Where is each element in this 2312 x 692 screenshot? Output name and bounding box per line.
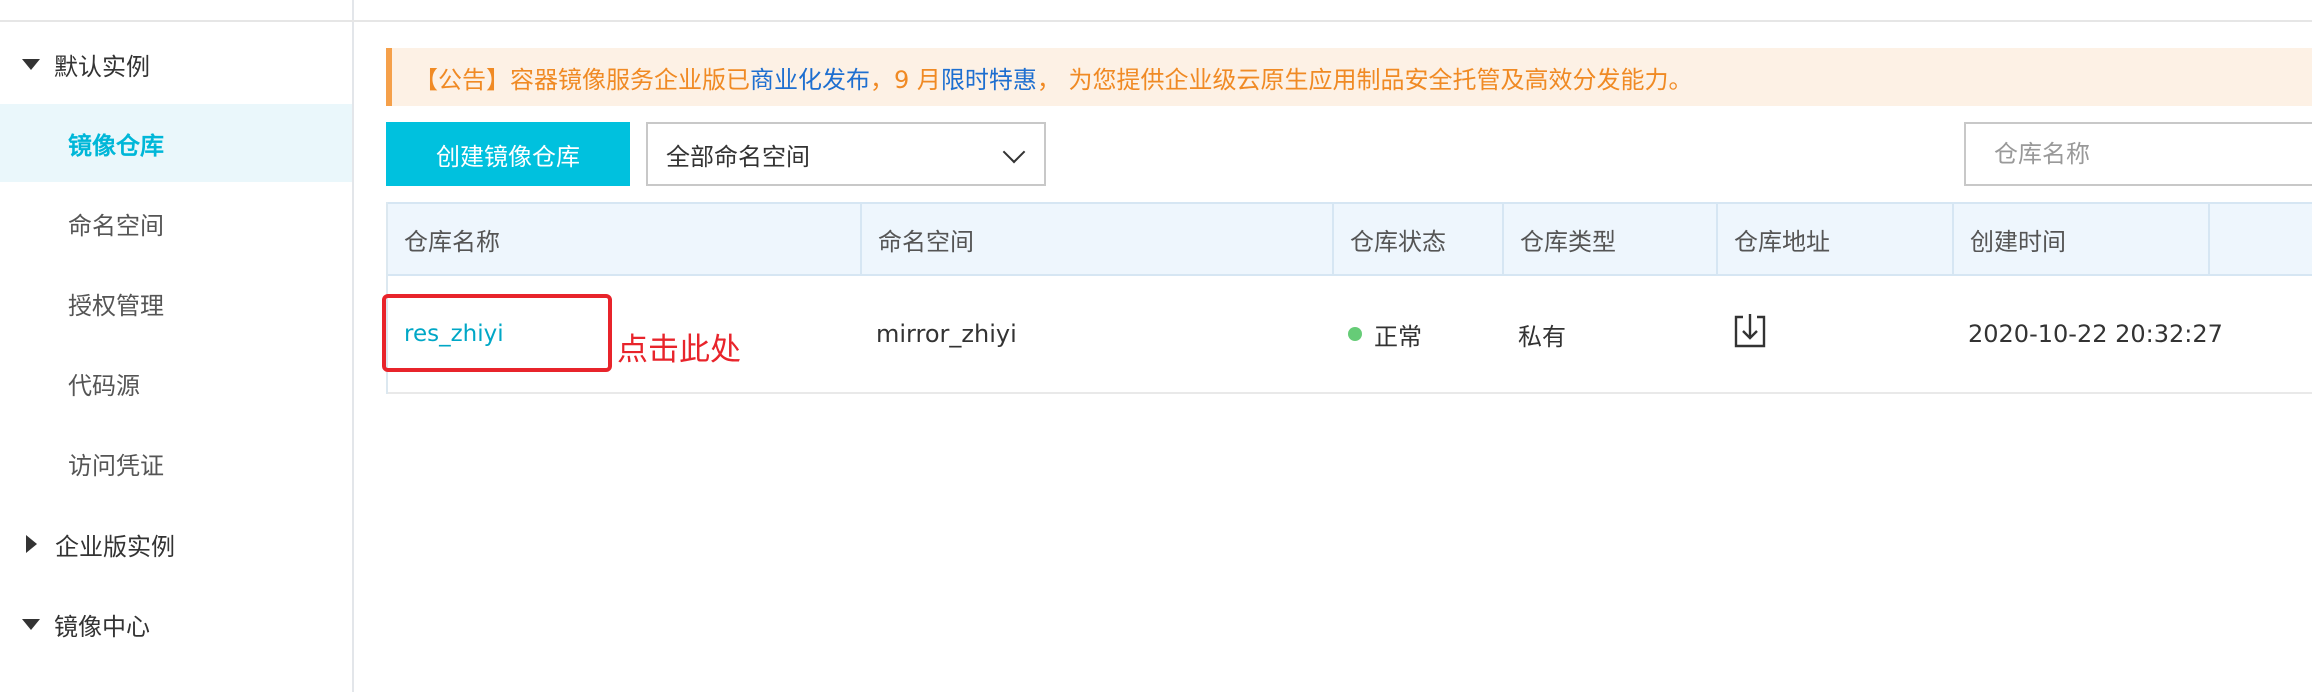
cell-created: 2020-10-22 20:32:27: [1968, 320, 2223, 348]
cell-status: 正常: [1332, 276, 1502, 392]
cell-type: 私有: [1518, 322, 1566, 351]
notice-link-commercial-release[interactable]: 商业化发布: [750, 60, 870, 95]
cell-address: [1716, 276, 1952, 392]
notice-prefix: 【公告】容器镜像服务企业版已: [414, 65, 750, 94]
column-header-address: 仓库地址: [1716, 204, 1952, 274]
notice-suffix: ， 为您提供企业级云原生应用制品安全托管及高效分发能力。: [1036, 65, 1693, 94]
sidebar-item-label: 访问凭证: [68, 451, 164, 480]
notice-link-limited-offer[interactable]: 限时特惠: [941, 60, 1037, 95]
sidebar-group-label: 默认实例: [54, 52, 150, 81]
sidebar: 默认实例 镜像仓库 命名空间 授权管理 代码源 访问凭证 企业版实例 镜像中心: [0, 0, 354, 692]
sidebar-group-image-center[interactable]: 镜像中心: [0, 596, 352, 652]
create-repo-button[interactable]: 创建镜像仓库: [386, 122, 630, 186]
column-header-repo-name: 仓库名称: [404, 227, 500, 256]
repo-name-search-input[interactable]: [1964, 122, 2312, 186]
column-header-type: 仓库类型: [1502, 204, 1716, 274]
sidebar-item-namespace[interactable]: 命名空间: [0, 184, 352, 262]
sidebar-item-image-repo[interactable]: 镜像仓库: [0, 104, 352, 182]
sidebar-group-default-instance[interactable]: 默认实例: [0, 36, 352, 92]
caret-down-icon: [22, 618, 40, 630]
caret-down-icon: [22, 58, 40, 70]
sidebar-item-access-credentials[interactable]: 访问凭证: [0, 424, 352, 502]
sidebar-group-label: 企业版实例: [55, 532, 175, 561]
download-icon[interactable]: [1732, 312, 1768, 356]
caret-right-icon: [26, 535, 37, 553]
main-top-divider: [354, 0, 2312, 22]
sidebar-group-label: 镜像中心: [54, 612, 150, 641]
sidebar-item-label: 镜像仓库: [68, 131, 164, 160]
sidebar-item-code-source[interactable]: 代码源: [0, 344, 352, 422]
sidebar-item-label: 命名空间: [68, 211, 164, 240]
status-dot-icon: [1348, 327, 1362, 341]
sidebar-item-authorization[interactable]: 授权管理: [0, 264, 352, 342]
sidebar-top-divider: [0, 0, 354, 22]
status-text: 正常: [1374, 322, 1422, 351]
sidebar-item-label: 代码源: [68, 371, 140, 400]
column-header-namespace: 命名空间: [860, 204, 1332, 274]
table-header: 仓库名称 命名空间 仓库状态 仓库类型 仓库地址 创建时间: [388, 202, 2312, 276]
notice-middle: ，9 月: [870, 65, 941, 94]
column-header-extra: [2208, 204, 2312, 274]
namespace-select[interactable]: 全部命名空间: [646, 122, 1046, 186]
annotation-highlight-box: [382, 294, 612, 372]
sidebar-item-label: 授权管理: [68, 291, 164, 320]
chevron-down-icon: [1002, 140, 1026, 164]
annotation-text: 点击此处: [617, 332, 741, 368]
column-header-created: 创建时间: [1952, 204, 2208, 274]
sidebar-group-enterprise-instance[interactable]: 企业版实例: [0, 516, 352, 572]
namespace-select-value: 全部命名空间: [666, 142, 810, 171]
announcement-banner: 【公告】容器镜像服务企业版已 商业化发布 ，9 月 限时特惠 ， 为您提供企业级…: [386, 48, 2312, 106]
cell-namespace: mirror_zhiyi: [876, 320, 1017, 348]
column-header-status: 仓库状态: [1332, 204, 1502, 274]
